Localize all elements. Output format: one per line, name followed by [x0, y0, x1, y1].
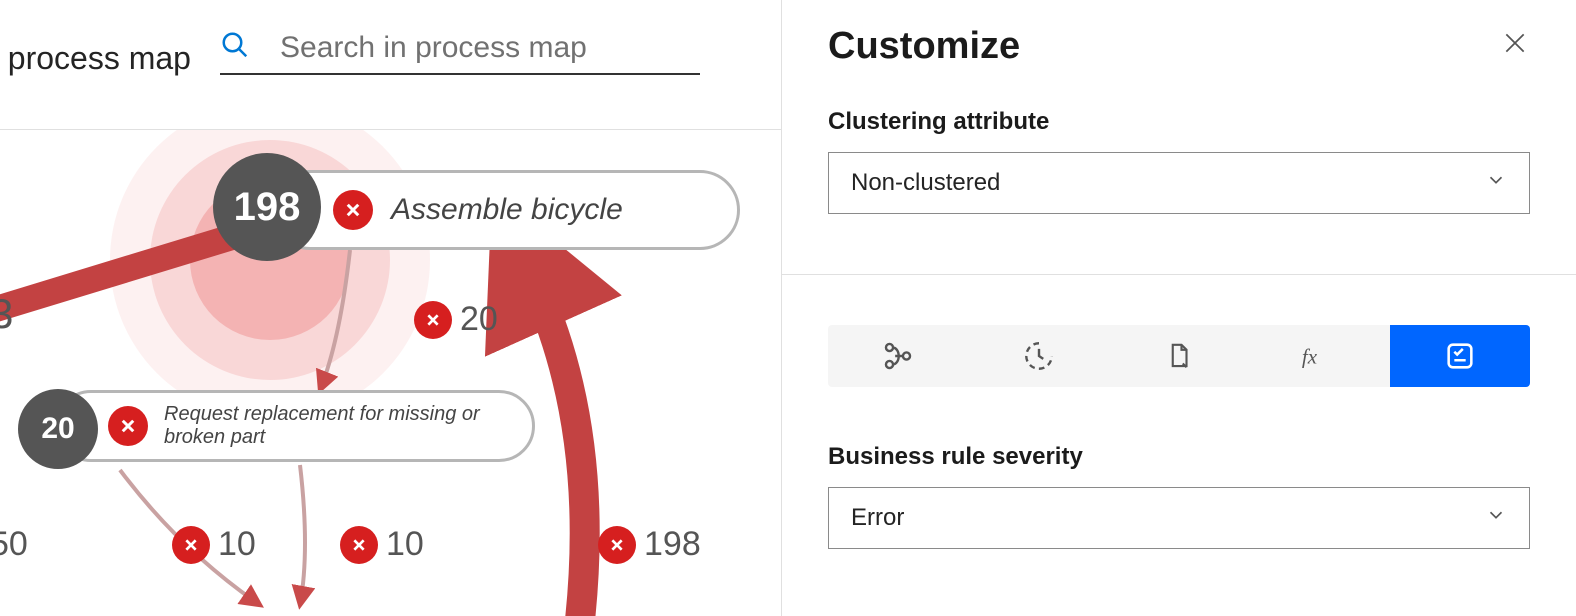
- panel-header: Customize: [828, 25, 1530, 68]
- view-tab-strip: fx: [828, 325, 1530, 387]
- tab-fx[interactable]: fx: [1249, 325, 1389, 387]
- process-canvas[interactable]: 198 Assemble bicycle 20 Request replacem…: [0, 130, 782, 616]
- panel-divider: [782, 274, 1576, 275]
- edge-marker: 50: [0, 525, 28, 564]
- svg-text:fx: fx: [1302, 345, 1318, 369]
- clustering-value: Non-clustered: [851, 169, 1000, 197]
- node-label: Request replacement for missing or broke…: [164, 403, 532, 449]
- edge-marker: 3: [0, 290, 13, 338]
- panel-title: Customize: [828, 25, 1020, 68]
- node-request-replacement[interactable]: 20 Request replacement for missing or br…: [55, 390, 535, 462]
- node-count: 20: [18, 389, 98, 469]
- error-icon: [333, 190, 373, 230]
- process-map-pane: t process map: [0, 0, 782, 616]
- tab-process-map[interactable]: t process map: [0, 40, 191, 77]
- node-count: 198: [213, 153, 321, 261]
- customize-panel: Customize Clustering attribute Non-clust…: [782, 0, 1576, 616]
- top-bar: t process map: [0, 0, 781, 130]
- severity-select[interactable]: Error: [828, 487, 1530, 549]
- clustering-label: Clustering attribute: [828, 108, 1530, 136]
- severity-label: Business rule severity: [828, 443, 1530, 471]
- chevron-down-icon: [1485, 169, 1507, 198]
- node-assemble-bicycle[interactable]: 198 Assemble bicycle: [270, 170, 740, 250]
- close-button[interactable]: [1500, 30, 1530, 64]
- edge-marker: 198: [598, 525, 701, 564]
- tab-branches[interactable]: [828, 325, 968, 387]
- chevron-down-icon: [1485, 504, 1507, 533]
- edge-marker: 20: [414, 300, 498, 339]
- node-label: Assemble bicycle: [391, 193, 623, 227]
- tab-rules[interactable]: [1390, 325, 1530, 387]
- search-field[interactable]: [220, 30, 700, 75]
- edge-marker: 10: [340, 525, 424, 564]
- edge-marker: 10: [172, 525, 256, 564]
- clustering-select[interactable]: Non-clustered: [828, 152, 1530, 214]
- search-icon: [220, 30, 250, 65]
- error-icon: [108, 406, 148, 446]
- tab-file[interactable]: [1109, 325, 1249, 387]
- search-input[interactable]: [280, 31, 700, 65]
- severity-value: Error: [851, 504, 904, 532]
- tab-time[interactable]: [968, 325, 1108, 387]
